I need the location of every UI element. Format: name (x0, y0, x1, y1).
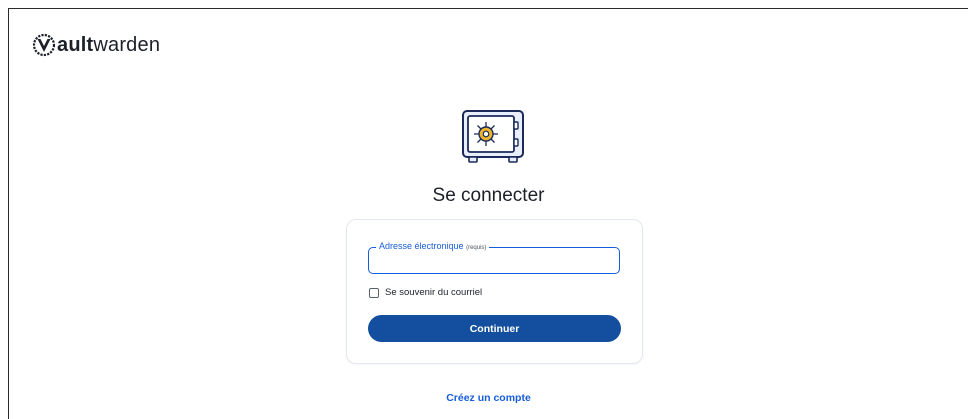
logo-text-regular: warden (93, 33, 161, 56)
browser-viewport: ault warden Se connecter Adresse électron… (8, 8, 968, 419)
vaultwarden-v-icon (32, 33, 56, 57)
continue-button[interactable]: Continuer (368, 315, 621, 342)
login-card: Adresse électronique (requis) Se souveni… (346, 219, 643, 364)
header-bar: ault warden (9, 9, 968, 85)
remember-email-option[interactable]: Se souvenir du courriel (369, 287, 482, 298)
remember-email-checkbox[interactable] (369, 287, 379, 298)
email-input[interactable] (377, 254, 611, 272)
email-field[interactable]: Adresse électronique (requis) (368, 241, 620, 274)
page-title: Se connecter (432, 185, 545, 206)
email-field-label: Adresse électronique (requis) (376, 241, 490, 251)
email-label-text: Adresse électronique (379, 241, 464, 251)
required-indicator: (requis) (466, 245, 487, 251)
safe-vault-icon (462, 110, 524, 163)
login-page: Se connecter Adresse électronique (requi… (9, 85, 968, 419)
create-account-link[interactable]: Créez un compte (9, 392, 968, 404)
remember-email-label: Se souvenir du courriel (385, 287, 483, 298)
vaultwarden-logo[interactable]: ault warden (32, 33, 160, 57)
logo-text-bold: ault (57, 33, 94, 56)
